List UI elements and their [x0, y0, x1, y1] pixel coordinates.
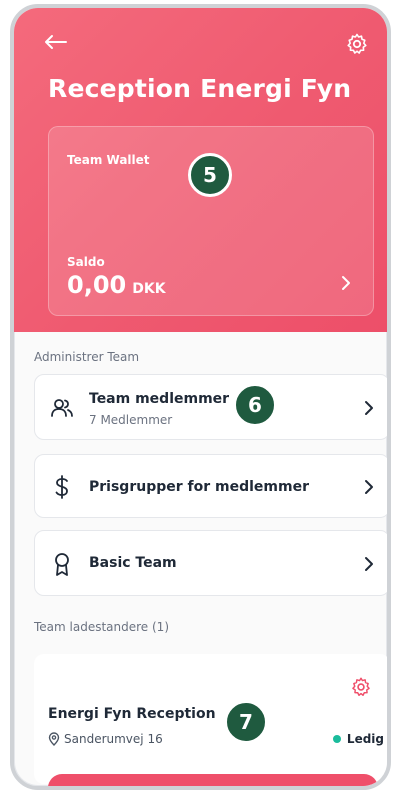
users-icon [51, 399, 73, 417]
phone-frame: Reception Energi Fyn Team Wallet Saldo 0… [10, 4, 391, 790]
charger-address-text: Sanderumvej 16 [64, 732, 163, 746]
gear-icon[interactable] [345, 32, 369, 56]
step-badge: 5 [188, 153, 232, 197]
wallet-label: Team Wallet [67, 153, 150, 167]
chevron-right-icon [365, 401, 373, 415]
chargers-section-label: Team ladestandere (1) [34, 620, 169, 634]
arrow-left-icon[interactable] [42, 32, 68, 52]
charger-name: Energi Fyn Reception [48, 706, 216, 722]
chevron-right-icon [342, 276, 350, 290]
chevron-right-icon [365, 480, 373, 494]
saldo-amount: 0,00 DKK [67, 271, 166, 299]
dollar-icon [55, 475, 68, 499]
charger-card[interactable]: Energi Fyn Reception Sanderumvej 16 Ledi… [34, 654, 387, 784]
menu-title: Basic Team [89, 555, 177, 571]
bottom-action-bar[interactable] [48, 774, 378, 786]
menu-subtitle: 7 Medlemmer [89, 413, 173, 427]
status-dot [332, 735, 341, 743]
page-title: Reception Energi Fyn [48, 74, 352, 103]
gear-icon[interactable] [350, 676, 372, 698]
saldo-currency: DKK [132, 281, 166, 297]
menu-item-price-groups[interactable]: Prisgrupper for medlemmer [34, 454, 387, 518]
charger-address: Sanderumvej 16 [48, 732, 163, 746]
menu-title: Team medlemmer [89, 391, 230, 407]
admin-section-label: Administrer Team [34, 350, 140, 364]
saldo-label: Saldo [67, 255, 105, 269]
charger-status-text: Ledig [346, 732, 384, 746]
step-badge: 7 [224, 700, 268, 744]
location-pin-icon [48, 732, 60, 746]
menu-item-basic-team[interactable]: Basic Team [34, 530, 387, 596]
menu-item-team-members[interactable]: Team medlemmer 7 Medlemmer [34, 374, 387, 440]
step-badge: 6 [233, 383, 277, 427]
charger-status: Ledig [332, 732, 384, 746]
award-icon [55, 553, 69, 576]
chevron-right-icon [365, 557, 373, 571]
saldo-value: 0,00 [67, 271, 127, 299]
menu-title: Prisgrupper for medlemmer [89, 479, 309, 495]
